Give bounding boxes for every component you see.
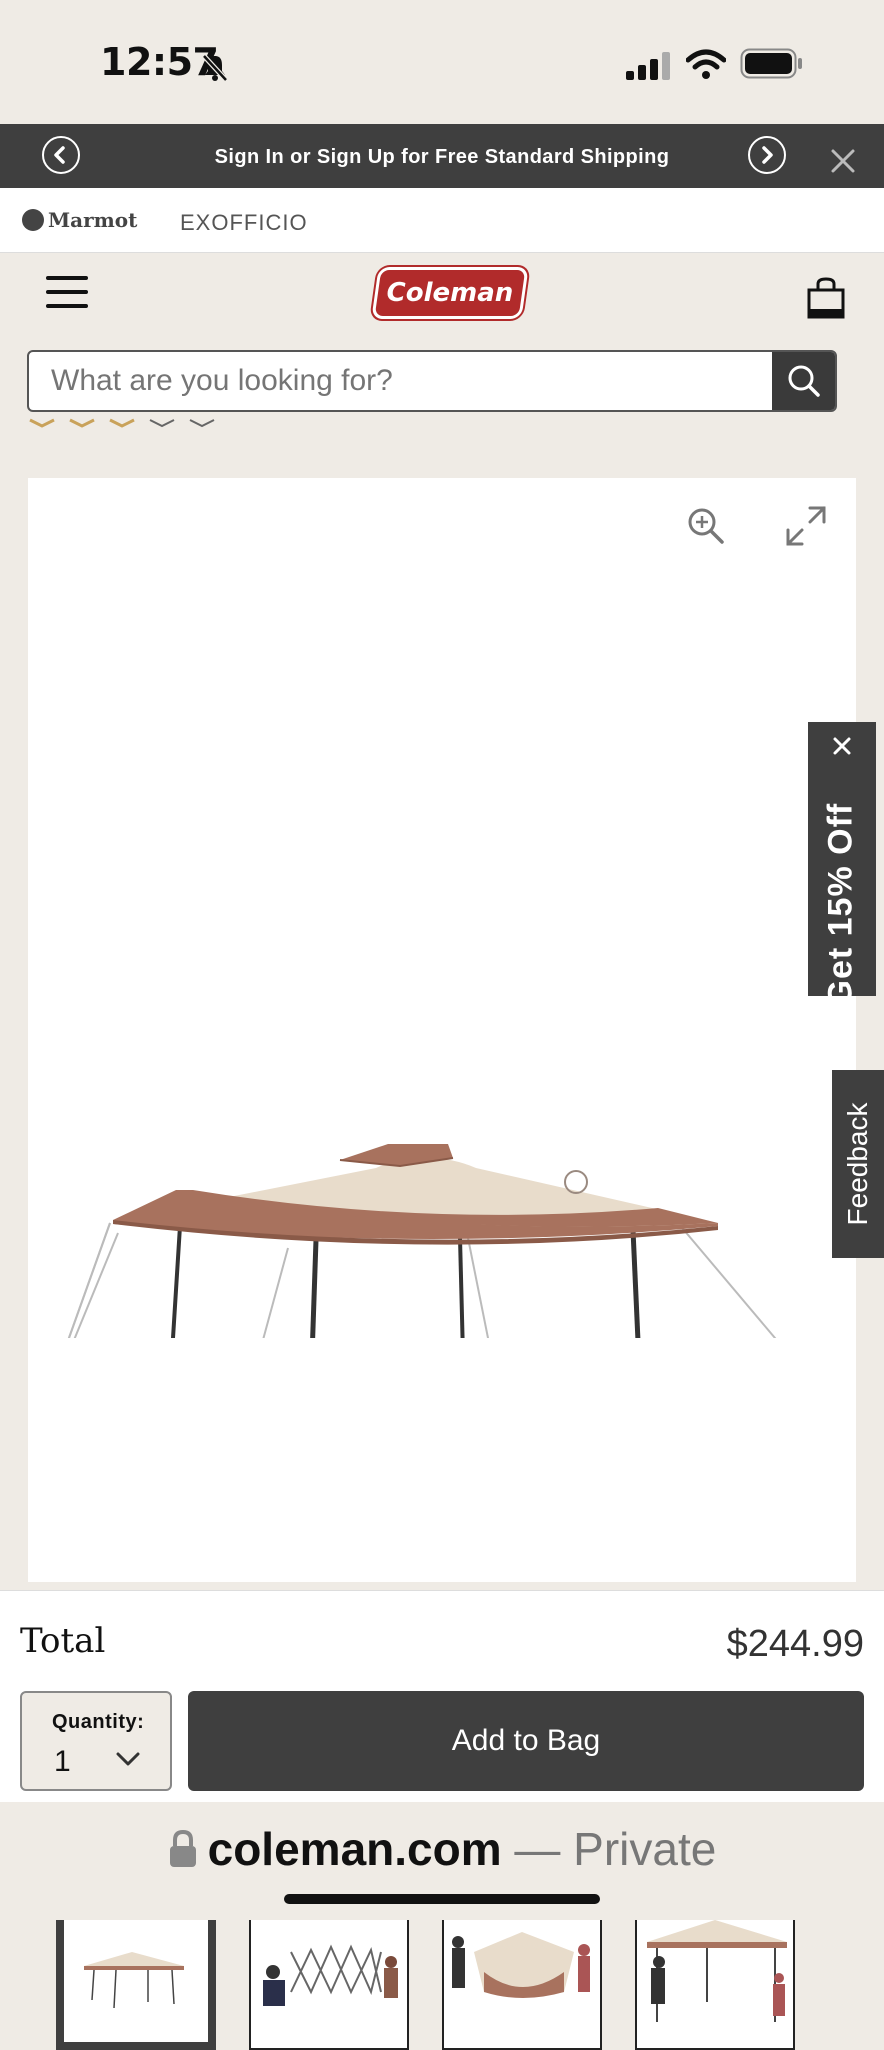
product-main-image[interactable]: [28, 778, 856, 1338]
add-to-bag-button[interactable]: Add to Bag: [188, 1691, 864, 1791]
logo-text: Coleman: [386, 278, 514, 308]
search-button[interactable]: [772, 352, 835, 410]
discount-tab[interactable]: Get 15% Off: [808, 722, 876, 1007]
zoom-in-icon[interactable]: [684, 504, 728, 548]
brand-name: EXOFFICIO: [180, 210, 308, 235]
purchase-bar: Total $244.99 Quantity: 1 Add to Bag: [0, 1590, 884, 1803]
brand-link-marmot[interactable]: Marmot: [22, 208, 137, 232]
brand-name: Marmot: [48, 208, 138, 232]
next-promo-button[interactable]: [748, 136, 786, 174]
brand-link-exofficio[interactable]: EXOFFICIO: [180, 210, 308, 236]
fullscreen-expand-icon[interactable]: [784, 504, 828, 548]
close-icon[interactable]: [828, 146, 858, 176]
search-icon: [788, 365, 820, 397]
discount-tab-label: Get 15% Off: [821, 802, 860, 1007]
home-indicator[interactable]: [284, 1894, 600, 1904]
status-bar: 12:57: [0, 0, 884, 124]
coleman-logo[interactable]: Coleman: [374, 270, 526, 316]
shopping-bag-icon[interactable]: [806, 276, 846, 320]
feedback-tab[interactable]: Feedback: [832, 1070, 884, 1258]
search-input[interactable]: [29, 352, 774, 410]
product-image-gallery: [28, 478, 856, 2050]
brand-strip: Marmot EXOFFICIO: [0, 188, 884, 253]
total-price: $244.99: [726, 1623, 864, 1665]
wifi-icon: [686, 49, 726, 79]
rating-stars: [29, 418, 215, 428]
feedback-tab-label: Feedback: [842, 1102, 873, 1226]
promo-banner: Sign In or Sign Up for Free Standard Shi…: [0, 124, 884, 188]
quantity-value: 1: [54, 1745, 71, 1778]
private-mode-label: — Private: [514, 1823, 717, 1875]
chevron-right-icon: [762, 146, 773, 164]
search-bar: [27, 350, 837, 412]
battery-icon: [740, 48, 802, 79]
url-domain: coleman.com: [207, 1823, 502, 1875]
lock-icon: [169, 1829, 196, 1867]
chevron-down-icon: [116, 1752, 140, 1766]
close-icon[interactable]: [830, 734, 854, 758]
quantity-label: Quantity:: [52, 1711, 145, 1733]
total-label: Total: [20, 1621, 106, 1661]
cell-signal-icon: [626, 52, 672, 80]
url-display[interactable]: coleman.com — Private: [0, 1822, 884, 1876]
hamburger-menu-icon[interactable]: [46, 276, 88, 308]
marmot-logo-icon: [22, 209, 44, 231]
quantity-select[interactable]: Quantity: 1: [20, 1691, 172, 1791]
silent-bell-icon: [202, 54, 228, 82]
